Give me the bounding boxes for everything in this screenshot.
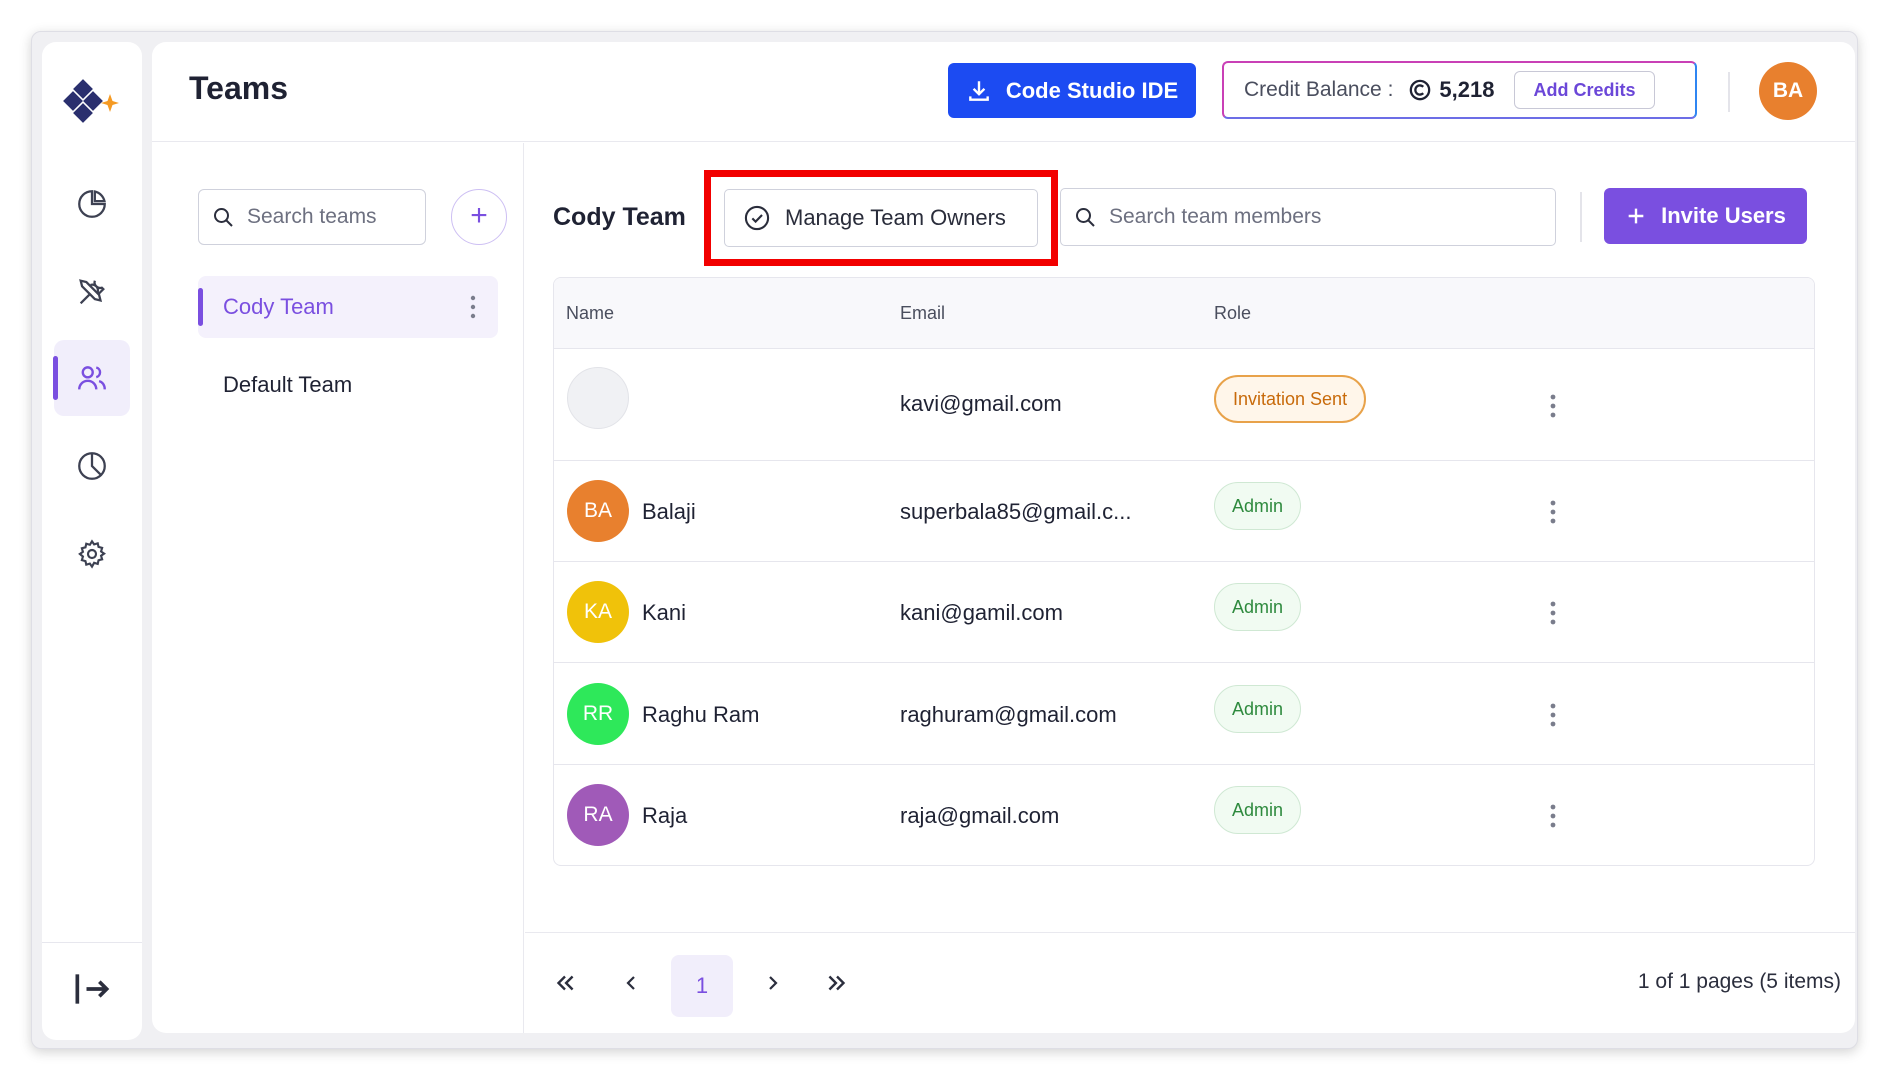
sidebar-item-analytics[interactable] [54, 428, 130, 504]
team-item-cody-team[interactable]: Cody Team [198, 276, 498, 338]
add-credits-button[interactable]: Add Credits [1514, 71, 1655, 109]
credit-label: Credit Balance : [1244, 78, 1394, 101]
app-logo[interactable] [62, 74, 122, 130]
manage-team-owners-button[interactable]: Manage Team Owners [724, 189, 1038, 247]
column-header-name: Name [566, 303, 615, 323]
member-name: Balaji [642, 499, 696, 524]
member-name: Raja [642, 803, 688, 828]
kebab-menu-icon[interactable] [1549, 803, 1557, 829]
plus-icon [1628, 208, 1644, 224]
member-email: kavi@gmail.com [900, 391, 1062, 416]
rail-divider [42, 942, 142, 943]
pie-chart-outline-icon [78, 452, 106, 480]
kebab-menu-icon[interactable] [1549, 600, 1557, 626]
ide-button-label: Code Studio IDE [1005, 77, 1179, 103]
double-chevron-right-icon [828, 975, 846, 991]
member-email: raghuram@gmail.com [900, 702, 1117, 727]
search-members-field[interactable] [1060, 188, 1556, 246]
invite-users-label: Invite Users [1661, 203, 1786, 228]
plus-icon: + [470, 199, 488, 232]
chevron-right-icon [769, 976, 778, 990]
member-email: superbala85@gmail.c... [900, 499, 1132, 524]
avatar: BA [567, 480, 629, 542]
search-teams-input[interactable] [247, 205, 417, 229]
logout-icon [75, 974, 110, 1004]
tools-icon [79, 279, 105, 305]
sidebar-item-tools[interactable] [54, 254, 130, 330]
team-item-default-team[interactable]: Default Team [198, 354, 498, 416]
role-badge: Admin [1214, 685, 1302, 733]
download-icon [968, 80, 989, 101]
table-row: KA Kani kani@gamil.com Admin [554, 562, 1814, 663]
member-email: raja@gmail.com [900, 803, 1060, 828]
avatar: RR [567, 683, 629, 745]
last-page-button[interactable] [817, 963, 857, 1003]
table-row: RA Raja raja@gmail.com Admin [554, 765, 1814, 865]
code-studio-ide-button[interactable]: Code Studio IDE [948, 63, 1196, 118]
kebab-menu-icon[interactable] [1549, 499, 1557, 525]
table-row: RR Raghu Ram raghuram@gmail.com Admin [554, 663, 1814, 765]
sidebar-item-settings[interactable] [54, 516, 130, 592]
chevron-left-icon [626, 976, 635, 990]
toolbar-divider [1580, 192, 1582, 242]
pagination-bar: 1 1 of 1 pages (5 items) [525, 932, 1855, 1033]
pie-chart-icon [78, 190, 106, 218]
search-icon [1076, 208, 1095, 227]
member-name: Kani [642, 600, 687, 625]
team-title: Cody Team [553, 203, 686, 231]
sidebar-item-teams[interactable] [53, 340, 130, 416]
avatar: KA [567, 581, 629, 643]
search-members-input[interactable] [1109, 205, 1529, 229]
credit-balance: Credit Balance : 5,218 Add Credits [1222, 61, 1697, 119]
sidebar-rail [42, 42, 142, 1040]
credit-value: 5,218 [1439, 77, 1495, 102]
search-icon [214, 208, 233, 227]
kebab-menu-icon[interactable] [1549, 393, 1557, 419]
top-bar: Teams Code Studio IDE Credit Balance : 5… [152, 42, 1855, 142]
sidebar-item-dashboard[interactable] [54, 166, 130, 242]
kebab-menu-icon[interactable] [1549, 702, 1557, 728]
check-circle-icon [744, 205, 770, 231]
kebab-menu-icon[interactable] [470, 294, 476, 320]
member-name: Raghu Ram [642, 702, 760, 727]
avatar [567, 367, 629, 429]
first-page-button[interactable] [545, 963, 585, 1003]
current-page-button[interactable]: 1 [671, 955, 733, 1017]
avatar: RA [567, 784, 629, 846]
next-page-button[interactable] [753, 963, 793, 1003]
table-row: BA Balaji superbala85@gmail.c... Admin [554, 461, 1814, 562]
page-title: Teams [189, 70, 289, 106]
column-header-email: Email [900, 303, 946, 323]
user-avatar[interactable]: BA [1759, 62, 1817, 120]
role-badge: Invitation Sent [1214, 375, 1367, 423]
member-email: kani@gamil.com [900, 600, 1063, 625]
credit-coin-icon [1410, 79, 1431, 101]
members-table: Name Email Role kavi@gmail.com Invitatio… [553, 277, 1815, 866]
pagination-info: 1 of 1 pages (5 items) [1637, 970, 1841, 993]
role-badge: Admin [1214, 482, 1302, 530]
role-badge: Admin [1214, 786, 1302, 834]
main-panel: Teams Code Studio IDE Credit Balance : 5… [152, 42, 1855, 1033]
add-team-button[interactable]: + [451, 189, 507, 245]
manage-owners-label: Manage Team Owners [785, 205, 1006, 230]
logout-button[interactable] [70, 967, 114, 1011]
users-icon [78, 366, 106, 390]
double-chevron-left-icon [556, 975, 574, 991]
search-teams-field[interactable] [198, 189, 426, 245]
invite-users-button[interactable]: Invite Users [1604, 188, 1807, 244]
team-item-label: Default Team [223, 372, 353, 397]
teams-panel: + Cody Team Default Team [152, 143, 524, 1033]
previous-page-button[interactable] [611, 963, 651, 1003]
team-item-label: Cody Team [223, 294, 334, 319]
role-badge: Admin [1214, 583, 1302, 631]
column-header-role: Role [1214, 303, 1252, 323]
table-header: Name Email Role [554, 278, 1814, 349]
table-row: kavi@gmail.com Invitation Sent [554, 349, 1814, 461]
topbar-divider [1728, 72, 1730, 112]
gear-icon [78, 539, 107, 569]
